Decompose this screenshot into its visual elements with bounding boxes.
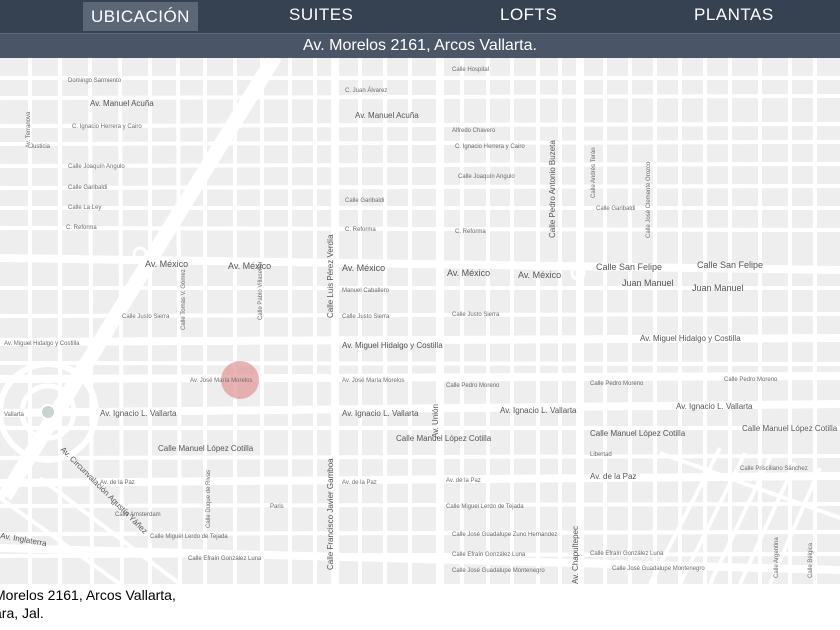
label-av-ignacio-vallarta-e: Av. Ignacio L. Vallarta xyxy=(500,406,577,415)
label-calle-francisco-javier-gamboa: Calle Francisco Javier Gamboa xyxy=(326,458,335,570)
label-calle-luis-perez-verdia: Calle Luis Pérez Verdía xyxy=(326,234,335,318)
label-calle-san-felipe-e: Calle San Felipe xyxy=(697,260,763,270)
label-av-ignacio-vallarta-w: Av. Ignacio L. Vallarta xyxy=(100,409,177,418)
label-calle-san-felipe-w: Calle San Felipe xyxy=(596,262,662,272)
label-calle-jose-clemente-orozco: Calle José Clemente Orozco xyxy=(646,161,652,238)
label-c-reforma-e: C. Reforma xyxy=(455,229,486,235)
label-av-mexico-e: Av. México xyxy=(447,268,490,278)
nav-tab-suites[interactable]: SUITES xyxy=(289,0,353,33)
address-bar: Av. Morelos 2161, Arcos Vallarta. xyxy=(0,33,840,59)
label-av-mexico-w: Av. México xyxy=(145,259,188,269)
label-manuel-caballero: Manuel Caballero xyxy=(342,288,390,294)
label-calle-pedro-moreno-e: Calle Pedro Moreno xyxy=(590,381,644,387)
label-calle-efrain-gonzalez-e: Calle Efraín González Luna xyxy=(590,551,664,557)
label-av-union: Av. Unión xyxy=(431,404,440,438)
label-calle-manuel-lopez-cotilla-e: Calle Manuel López Cotilla xyxy=(590,429,686,438)
label-calle-garibaldi-e: Calle Garibaldi xyxy=(596,206,635,212)
label-alfredo-chavero: Alfredo Chavero xyxy=(452,128,496,134)
label-calle-prisciliano-sanchez: Calle Prisciliano Sánchez xyxy=(740,466,808,472)
label-av-miguel-hidalgo-w: Av. Miguel Hidalgo y Costilla xyxy=(4,341,80,347)
caption-line-1: Morelos 2161, Arcos Vallarta, xyxy=(0,587,176,603)
label-calle-duque-de-rivas: Calle Duque de Rivas xyxy=(206,470,212,528)
street-map[interactable]: Domingo Sarmiento Av. Manuel Acuña Av. M… xyxy=(0,58,840,584)
label-c-juan-alvarez: C. Juan Álvarez xyxy=(345,87,387,94)
label-calle-manuel-lopez-cotilla-c: Calle Manuel López Cotilla xyxy=(396,434,492,443)
label-vallarta: Vallarta xyxy=(4,412,25,418)
nav-tab-lofts[interactable]: LOFTS xyxy=(500,0,557,33)
label-calle-garibaldi-c: Calle Garibaldi xyxy=(345,198,384,204)
address-text: Av. Morelos 2161, Arcos Vallarta. xyxy=(303,37,537,54)
label-av-manuel-acuna-w: Av. Manuel Acuña xyxy=(90,99,154,108)
label-calle-jose-guadalupe-montenegro-c: Calle José Guadalupe Montenegro xyxy=(452,568,545,574)
label-av-ignacio-vallarta-c: Av. Ignacio L. Vallarta xyxy=(342,409,419,418)
label-calle-miguel-lerdo-e: Calle Miguel Lerdo de Tejada xyxy=(446,504,524,510)
label-c-ignacio-herrera-w: C. Ignacio Herrera y Cairo xyxy=(72,124,142,130)
label-c-reforma-c: C. Reforma xyxy=(345,227,376,233)
label-av-de-la-paz-c: Av. de la Paz xyxy=(342,480,377,486)
label-calle-belgica: Calle Bélgica xyxy=(808,542,814,578)
label-av-mexico-e2: Av. México xyxy=(518,270,561,280)
label-calle-pedro-buzeta: Calle Pedro Antonio Buzeta xyxy=(548,140,557,238)
label-calle-joaquin-angulo-w: Calle Joaquín Angulo xyxy=(68,164,125,170)
label-av-ignacio-vallarta-e2: Av. Ignacio L. Vallarta xyxy=(676,402,753,411)
label-av-terranova: Av. Terranova xyxy=(26,111,32,148)
top-navigation: UBICACIÓN SUITES LOFTS PLANTAS xyxy=(0,0,840,33)
label-av-de-la-paz-e: Av. de la Paz xyxy=(590,472,636,481)
label-calle-la-ley: Calle La Ley xyxy=(68,205,101,211)
label-av-mexico-c: Av. México xyxy=(342,263,385,273)
label-juan-manuel-w: Juan Manuel xyxy=(622,278,674,288)
label-calle-pablo-villasenor: Calle Pablo Villaseñor xyxy=(258,261,264,320)
label-calle-manuel-lopez-cotilla-w: Calle Manuel López Cotilla xyxy=(158,444,254,453)
label-calle-efrain-gonzalez-w: Calle Efraín González Luna xyxy=(188,556,262,562)
nav-tab-plantas[interactable]: PLANTAS xyxy=(694,0,774,33)
nav-tab-ubicacion[interactable]: UBICACIÓN xyxy=(83,2,198,31)
label-av-jose-maria-morelos-c: Av. José María Morelos xyxy=(342,378,404,384)
label-av-chapultepec: Av. Chapultepec xyxy=(571,526,580,584)
label-av-manuel-acuna-e: Av. Manuel Acuña xyxy=(355,111,419,120)
label-calle-pedro-moreno-c: Calle Pedro Moreno xyxy=(446,383,500,389)
label-c-ignacio-herrera-e: C. Ignacio Herrera y Cairo xyxy=(455,144,525,150)
label-libertad: Libertad xyxy=(590,452,612,458)
label-calle-justo-sierra-c: Calle Justo Sierra xyxy=(342,314,390,320)
label-av-jose-maria-morelos-w: Av. José María Morelos xyxy=(190,378,252,384)
label-calle-jose-guadalupe-montenegro-e: Calle José Guadalupe Montenegro xyxy=(612,566,705,572)
label-calle-justo-sierra-e: Calle Justo Sierra xyxy=(452,312,500,318)
label-justicia: Justicia xyxy=(30,144,51,150)
label-c-reforma-w: C. Reforma xyxy=(66,225,97,231)
label-calle-joaquin-angulo-e: Calle Joaquín Angulo xyxy=(458,174,515,180)
label-paris: Paris xyxy=(270,504,284,510)
label-calle-justo-sierra-w: Calle Justo Sierra xyxy=(122,314,170,320)
label-calle-jose-guadalupe-zuno: Calle José Guadalupe Zuno Hernández xyxy=(452,532,557,538)
label-calle-tomas-v-gomez: Calle Tomás V. Gómez xyxy=(181,269,187,330)
label-calle-hospital: Calle Hospital xyxy=(452,67,489,73)
label-calle-efrain-gonzalez-c: Calle Efraín González Luna xyxy=(452,552,526,558)
label-av-mexico-w2: Av. México xyxy=(228,261,271,271)
label-av-miguel-hidalgo-e: Av. Miguel Hidalgo y Costilla xyxy=(640,334,741,343)
label-calle-garibaldi-w: Calle Garibaldi xyxy=(68,185,107,191)
label-calle-miguel-lerdo-w: Calle Miguel Lerdo de Tejada xyxy=(150,534,228,540)
label-calle-argentina: Calle Argentina xyxy=(774,537,780,578)
label-calle-andres-teran: Calle Andrés Terán xyxy=(591,147,597,198)
label-av-miguel-hidalgo-c: Av. Miguel Hidalgo y Costilla xyxy=(342,341,443,350)
label-domingo-sarmiento: Domingo Sarmiento xyxy=(68,78,122,84)
caption-line-2: ara, Jal. xyxy=(0,605,44,621)
label-calle-manuel-lopez-cotilla-e2: Calle Manuel López Cotilla xyxy=(742,424,838,433)
address-caption: Morelos 2161, Arcos Vallarta, ara, Jal. xyxy=(0,586,394,622)
label-av-de-la-paz-c2: Av. de la Paz xyxy=(446,478,481,484)
label-calle-pedro-moreno-e2: Calle Pedro Moreno xyxy=(724,377,778,383)
label-juan-manuel-e: Juan Manuel xyxy=(692,283,744,293)
